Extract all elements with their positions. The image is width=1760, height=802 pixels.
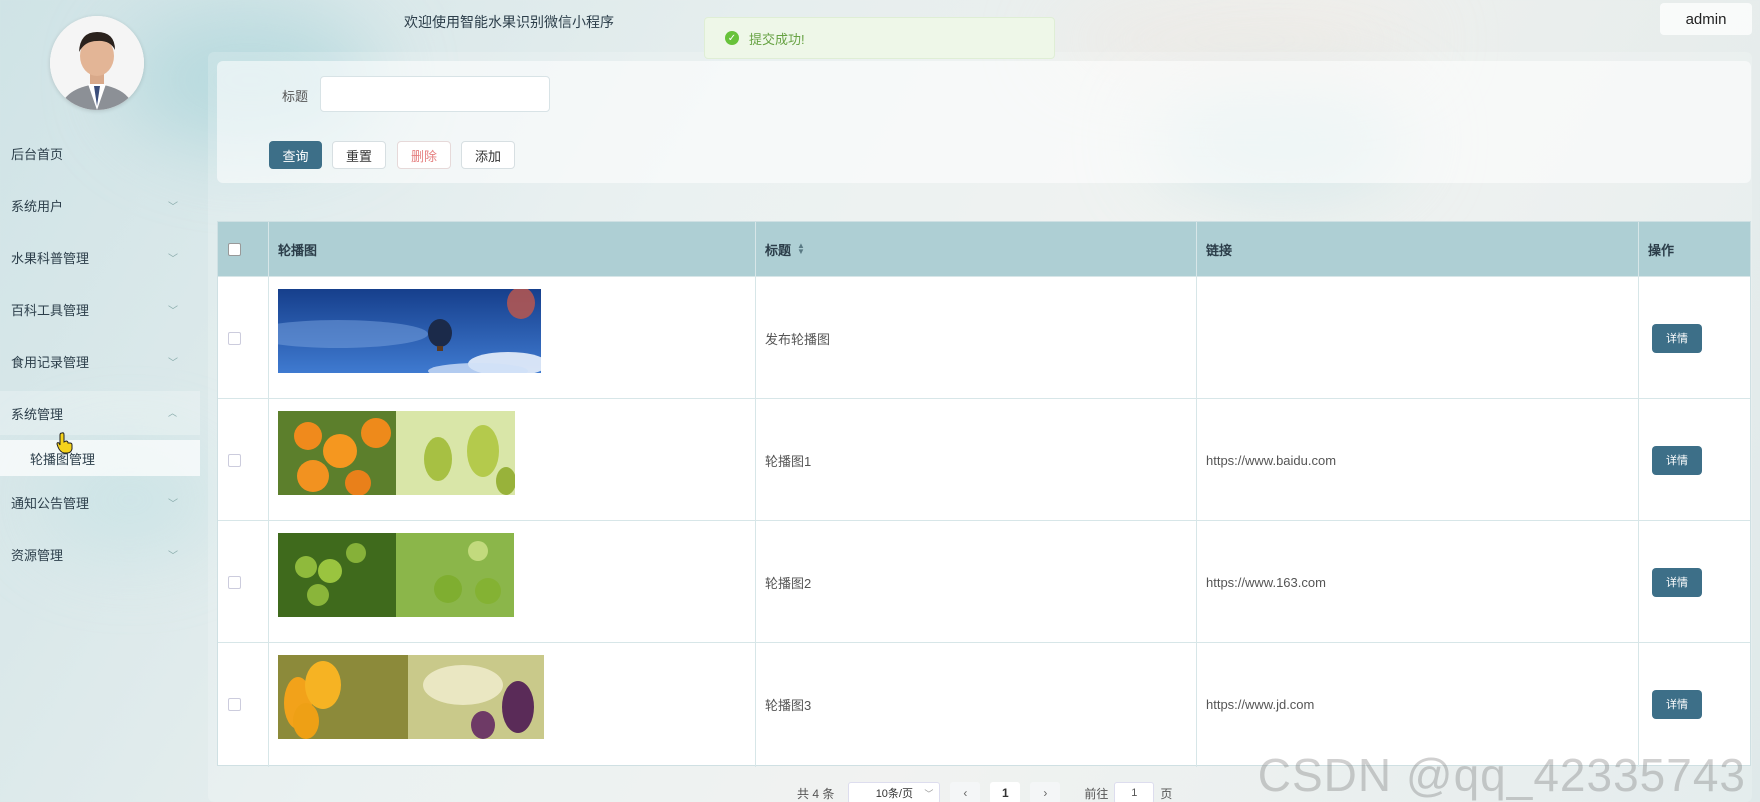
goto-page-input[interactable]: 1 — [1114, 782, 1155, 802]
row-checkbox[interactable] — [228, 331, 241, 345]
chevron-down-icon: ﹀ — [168, 202, 178, 213]
table-row: 轮播图2 https://www.163.com 详情 — [218, 520, 1750, 642]
goto-suffix: 页 — [1160, 786, 1173, 801]
add-button[interactable]: 添加 — [461, 141, 515, 169]
chevron-down-icon: ﹀ — [168, 551, 178, 562]
sidebar-item-system-users[interactable]: 系统用户 ﹀ — [0, 183, 200, 227]
table-row: 轮播图1 https://www.baidu.com 详情 — [218, 398, 1750, 520]
delete-button[interactable]: 删除 — [397, 141, 451, 169]
pagination: 共 4 条 10条/页 ﹀ ‹ 1 › 前往 1 页 — [797, 780, 1172, 802]
page-size-value: 10条/页 — [875, 788, 913, 800]
carousel-table: 轮播图 标题 ▲ ▼ 链接 操作 发布轮播图 详情 轮播图1 https://w… — [217, 221, 1751, 767]
row-action-cell: 详情 — [1638, 643, 1702, 765]
user-menu[interactable]: admin — [1660, 3, 1752, 35]
reset-button[interactable]: 重置 — [332, 141, 386, 169]
sidebar-item-dashboard[interactable]: 后台首页 — [0, 131, 200, 175]
sidebar: 后台首页 系统用户 ﹀ 水果科普管理 ﹀ 百科工具管理 ﹀ 食用记录管理 ﹀ 系… — [0, 0, 205, 802]
detail-button[interactable]: 详情 — [1652, 323, 1702, 353]
chevron-down-icon: ﹀ — [168, 306, 178, 317]
column-header-title[interactable]: 标题 ▲ ▼ — [755, 222, 805, 276]
sidebar-item-encyclopedia-tools[interactable]: 百科工具管理 ﹀ — [0, 287, 200, 331]
detail-button[interactable]: 详情 — [1652, 445, 1702, 475]
column-header-action: 操作 — [1648, 242, 1675, 258]
sidebar-subitem-carousel[interactable]: 轮播图管理 — [0, 440, 200, 476]
prev-page-button[interactable]: ‹ — [950, 782, 981, 802]
chevron-down-icon: ﹀ — [168, 254, 178, 265]
title-search-input[interactable] — [320, 76, 550, 112]
row-link: https://www.baidu.com — [1206, 452, 1337, 468]
chevron-down-icon: ﹀ — [168, 499, 178, 510]
sort-icon[interactable]: ▲ ▼ — [797, 242, 805, 256]
row-select-cell — [218, 277, 268, 399]
sidebar-item-label: 百科工具管理 — [11, 302, 90, 318]
detail-button[interactable]: 详情 — [1652, 567, 1702, 597]
row-action-cell: 详情 — [1638, 277, 1702, 399]
carousel-image — [278, 289, 541, 373]
page-number-current[interactable]: 1 — [990, 782, 1021, 802]
column-header-image: 轮播图 — [278, 242, 318, 258]
watermark: CSDN @qq_42335743 — [1257, 749, 1746, 801]
sidebar-item-label: 系统管理 — [11, 406, 64, 422]
row-select-cell — [218, 521, 268, 643]
row-action-cell: 详情 — [1638, 399, 1702, 521]
chevron-down-icon: ﹀ — [168, 358, 178, 369]
detail-button[interactable]: 详情 — [1652, 689, 1702, 719]
row-checkbox[interactable] — [228, 697, 241, 711]
carousel-image — [278, 533, 514, 617]
check-circle-icon: ✓ — [725, 31, 739, 45]
carousel-image — [278, 411, 515, 495]
sidebar-item-label: 水果科普管理 — [11, 250, 90, 266]
sidebar-item-label: 资源管理 — [11, 547, 64, 563]
avatar[interactable] — [50, 16, 144, 110]
select-all-checkbox[interactable] — [228, 242, 241, 256]
welcome-title: 欢迎使用智能水果识别微信小程序 — [404, 14, 614, 30]
page-size-select[interactable]: 10条/页 ﹀ — [848, 782, 941, 802]
row-title: 轮播图3 — [765, 697, 812, 713]
column-header-title-label: 标题 — [765, 242, 792, 258]
sidebar-item-label: 食用记录管理 — [11, 354, 90, 370]
goto-prefix: 前往 — [1084, 786, 1109, 801]
chevron-down-icon: ﹀ — [924, 788, 934, 799]
next-page-button[interactable]: › — [1030, 782, 1061, 802]
select-all-cell — [218, 222, 268, 276]
sidebar-item-announcements[interactable]: 通知公告管理 ﹀ — [0, 480, 200, 524]
chevron-right-icon: › — [1043, 786, 1048, 800]
row-select-cell — [218, 643, 268, 765]
sidebar-item-label: 后台首页 — [11, 146, 64, 162]
query-button[interactable]: 查询 — [269, 141, 322, 169]
row-link: https://www.jd.com — [1206, 696, 1315, 712]
row-action-cell: 详情 — [1638, 521, 1702, 643]
toast-message: 提交成功! — [749, 31, 805, 47]
row-title: 轮播图2 — [765, 575, 812, 591]
table-header: 轮播图 标题 ▲ ▼ 链接 操作 — [218, 222, 1750, 276]
row-select-cell — [218, 399, 268, 521]
table-row: 轮播图3 https://www.jd.com 详情 — [218, 642, 1750, 764]
column-header-link: 链接 — [1206, 242, 1233, 258]
chevron-left-icon: ‹ — [963, 786, 968, 800]
sidebar-item-fruit-science[interactable]: 水果科普管理 ﹀ — [0, 235, 200, 279]
table-row: 发布轮播图 详情 — [218, 276, 1750, 398]
chevron-up-icon: ︿ — [168, 408, 178, 418]
row-link: https://www.163.com — [1206, 574, 1326, 590]
hand-pointer-cursor-icon — [56, 432, 74, 460]
username: admin — [1685, 10, 1727, 28]
row-link — [1196, 277, 1206, 399]
sidebar-item-system-management[interactable]: 系统管理 ︿ — [0, 391, 200, 435]
sidebar-item-resources[interactable]: 资源管理 ﹀ — [0, 532, 200, 576]
sidebar-item-label: 系统用户 — [11, 198, 64, 214]
carousel-image — [278, 655, 544, 739]
row-checkbox[interactable] — [228, 453, 241, 467]
row-title: 发布轮播图 — [765, 331, 831, 347]
sidebar-item-consumption-records[interactable]: 食用记录管理 ﹀ — [0, 339, 200, 383]
pagination-total: 共 4 条 — [797, 786, 835, 801]
sidebar-item-label: 通知公告管理 — [11, 495, 90, 511]
row-checkbox[interactable] — [228, 575, 241, 589]
success-toast: ✓ 提交成功! — [704, 17, 1055, 59]
title-search-label: 标题 — [282, 89, 309, 104]
row-title: 轮播图1 — [765, 453, 812, 469]
